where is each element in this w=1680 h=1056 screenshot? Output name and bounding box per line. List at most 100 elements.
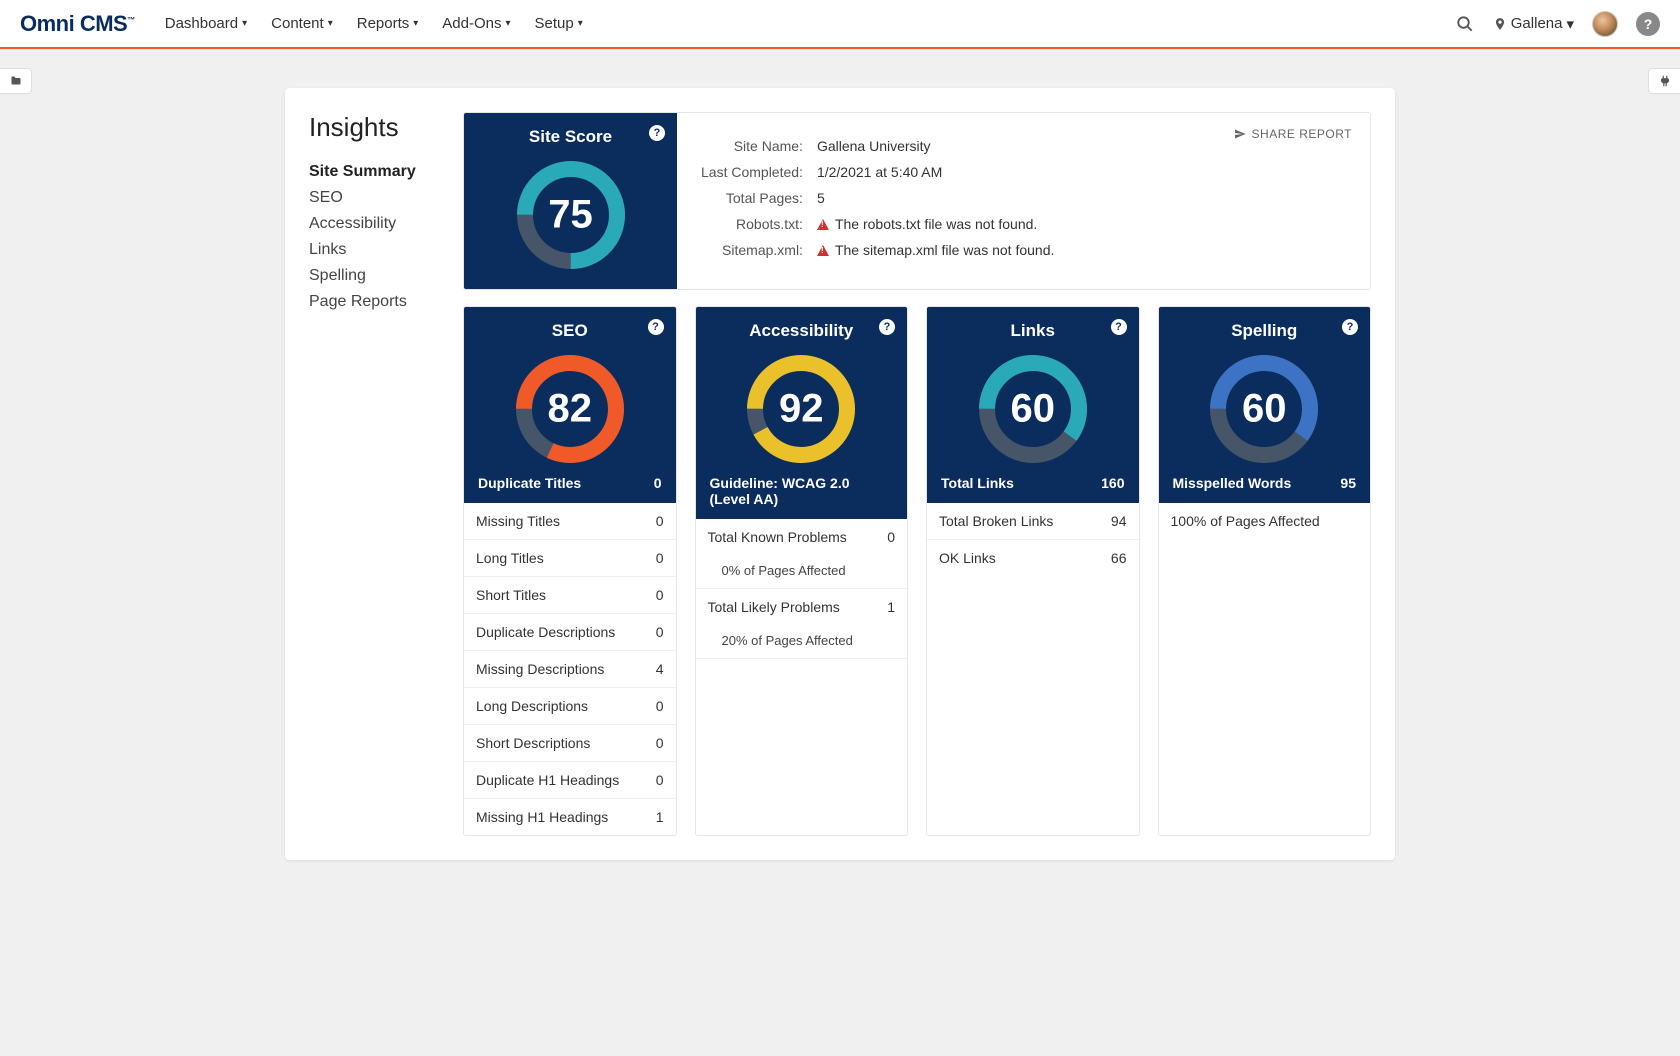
nav-reports[interactable]: Reports ▾ bbox=[357, 15, 419, 32]
metric-summary: Duplicate Titles 0 bbox=[476, 475, 664, 491]
metric-row-value: 0 bbox=[656, 698, 664, 714]
metric-row-value: 1 bbox=[887, 599, 895, 615]
info-row: Last Completed:1/2/2021 at 5:40 AM bbox=[701, 159, 1054, 185]
sidebar-item-seo[interactable]: SEO bbox=[309, 185, 439, 211]
metric-row-label: Total Known Problems bbox=[708, 529, 847, 545]
metric-donut: 92 bbox=[741, 349, 861, 469]
metric-title: Links bbox=[939, 321, 1127, 341]
metric-row-value: 4 bbox=[656, 661, 664, 677]
metric-head: Links?60Total Links160 bbox=[927, 307, 1139, 503]
help-icon[interactable]: ? bbox=[649, 125, 665, 141]
main-panel: Insights Site SummarySEOAccessibilityLin… bbox=[285, 88, 1395, 860]
info-value: 5 bbox=[817, 185, 1054, 211]
nav-add-ons[interactable]: Add-Ons ▾ bbox=[442, 15, 510, 32]
plug-tab[interactable] bbox=[1648, 68, 1680, 94]
metric-row-label: 100% of Pages Affected bbox=[1171, 513, 1320, 529]
metric-card-spelling: Spelling?60Misspelled Words95100% of Pag… bbox=[1158, 306, 1372, 836]
metric-row-label: Long Descriptions bbox=[476, 698, 588, 714]
metric-summary-value: 160 bbox=[1101, 475, 1124, 491]
metric-row[interactable]: Duplicate Descriptions0 bbox=[464, 614, 676, 651]
metric-row[interactable]: 100% of Pages Affected bbox=[1159, 503, 1371, 539]
metric-summary: Total Links160 bbox=[939, 475, 1127, 491]
nav-content[interactable]: Content ▾ bbox=[271, 15, 333, 32]
metric-row-value: 0 bbox=[656, 624, 664, 640]
help-icon[interactable]: ? bbox=[1111, 319, 1127, 335]
help-icon[interactable]: ? bbox=[1636, 12, 1660, 36]
metric-row-label: Missing Descriptions bbox=[476, 661, 604, 677]
help-icon[interactable]: ? bbox=[879, 319, 895, 335]
info-value: The robots.txt file was not found. bbox=[817, 211, 1054, 237]
site-score-row: Site Score ? 75 SHARE REPORT Site Name:G… bbox=[463, 112, 1371, 290]
metric-row-value: 0 bbox=[656, 772, 664, 788]
share-report-button[interactable]: SHARE REPORT bbox=[1234, 127, 1352, 141]
info-row: Site Name:Gallena University bbox=[701, 133, 1054, 159]
metric-card-seo: SEO?82Duplicate Titles0Missing Titles0Lo… bbox=[463, 306, 677, 836]
search-icon[interactable] bbox=[1455, 14, 1475, 34]
chevron-down-icon: ▾ bbox=[1566, 15, 1574, 33]
help-icon[interactable]: ? bbox=[1342, 319, 1358, 335]
sidebar-item-accessibility[interactable]: Accessibility bbox=[309, 211, 439, 237]
metric-row-label: Duplicate H1 Headings bbox=[476, 772, 619, 788]
info-row: Sitemap.xml:The sitemap.xml file was not… bbox=[701, 237, 1054, 263]
nav-label: Reports bbox=[357, 15, 410, 32]
info-label: Robots.txt: bbox=[701, 211, 817, 237]
metric-row[interactable]: Short Descriptions0 bbox=[464, 725, 676, 762]
metric-title: Accessibility bbox=[708, 321, 896, 341]
content: Site Score ? 75 SHARE REPORT Site Name:G… bbox=[463, 112, 1371, 836]
metric-row-value: 0 bbox=[656, 513, 664, 529]
metric-row[interactable]: Missing H1 Headings 1 bbox=[464, 799, 676, 835]
metric-list: Missing Titles0Long Titles0Short Titles0… bbox=[464, 503, 676, 835]
metric-row[interactable]: Total Broken Links94 bbox=[927, 503, 1139, 540]
help-icon[interactable]: ? bbox=[648, 319, 664, 335]
metric-card-accessibility: Accessibility? 92 Guideline: WCAG 2.0 (Lev… bbox=[695, 306, 909, 836]
site-score-donut: 75 bbox=[511, 155, 631, 275]
metric-row-label: Long Titles bbox=[476, 550, 544, 566]
page-title: Insights bbox=[309, 112, 439, 143]
trademark: ™ bbox=[127, 15, 135, 24]
metric-row-value: 1 bbox=[656, 809, 664, 825]
metric-summary-label: Guideline: WCAG 2.0 (Level AA) bbox=[710, 475, 894, 507]
metric-summary-value: 0 bbox=[654, 475, 662, 491]
nav-setup[interactable]: Setup ▾ bbox=[535, 15, 583, 32]
metric-row[interactable]: Long Descriptions 0 bbox=[464, 688, 676, 725]
sidebar-item-site-summary[interactable]: Site Summary bbox=[309, 159, 439, 185]
metric-row[interactable]: Total Known Problems0 bbox=[696, 519, 908, 555]
site-score-card: Site Score ? 75 bbox=[464, 113, 677, 289]
metric-row[interactable]: Missing Titles0 bbox=[464, 503, 676, 540]
metric-head: Spelling?60Misspelled Words95 bbox=[1159, 307, 1371, 503]
site-score-value: 75 bbox=[548, 193, 593, 238]
nav-dashboard[interactable]: Dashboard ▾ bbox=[165, 15, 247, 32]
metric-row[interactable]: Missing Descriptions 4 bbox=[464, 651, 676, 688]
info-label: Site Name: bbox=[701, 133, 817, 159]
nav-label: Content bbox=[271, 15, 324, 32]
metric-row-label: Total Likely Problems bbox=[708, 599, 840, 615]
site-name: Gallena bbox=[1511, 15, 1563, 32]
avatar[interactable] bbox=[1592, 11, 1618, 37]
folder-tab[interactable] bbox=[0, 68, 32, 94]
info-value: 1/2/2021 at 5:40 AM bbox=[817, 159, 1054, 185]
metric-summary-label: Duplicate Titles bbox=[478, 475, 581, 491]
metric-row-value: 0 bbox=[656, 587, 664, 603]
metric-row[interactable]: Duplicate H1 Headings 0 bbox=[464, 762, 676, 799]
metric-row[interactable]: Long Titles0 bbox=[464, 540, 676, 577]
chevron-down-icon: ▾ bbox=[242, 18, 247, 29]
metric-row-label: Missing H1 Headings bbox=[476, 809, 608, 825]
sidebar-item-spelling[interactable]: Spelling bbox=[309, 263, 439, 289]
metric-donut: 82 bbox=[510, 349, 630, 469]
site-picker[interactable]: Gallena ▾ bbox=[1493, 15, 1574, 33]
metric-summary-label: Misspelled Words bbox=[1173, 475, 1292, 491]
metric-donut: 60 bbox=[1204, 349, 1324, 469]
metric-row[interactable]: OK Links66 bbox=[927, 540, 1139, 576]
metric-row-value: 0 bbox=[656, 735, 664, 751]
sidebar-item-links[interactable]: Links bbox=[309, 237, 439, 263]
sidebar-item-page-reports[interactable]: Page Reports bbox=[309, 289, 439, 315]
metric-card-links: Links?60Total Links160Total Broken Links… bbox=[926, 306, 1140, 836]
nav-label: Setup bbox=[535, 15, 574, 32]
metric-row[interactable]: Short Titles 0 bbox=[464, 577, 676, 614]
metric-row[interactable]: Total Likely Problems 1 bbox=[696, 589, 908, 625]
info-row: Robots.txt:The robots.txt file was not f… bbox=[701, 211, 1054, 237]
metric-row-sub: 20% of Pages Affected bbox=[696, 625, 908, 659]
metric-row-label: Total Broken Links bbox=[939, 513, 1053, 529]
metric-row-label: Short Titles bbox=[476, 587, 546, 603]
chevron-down-icon: ▾ bbox=[506, 18, 511, 29]
